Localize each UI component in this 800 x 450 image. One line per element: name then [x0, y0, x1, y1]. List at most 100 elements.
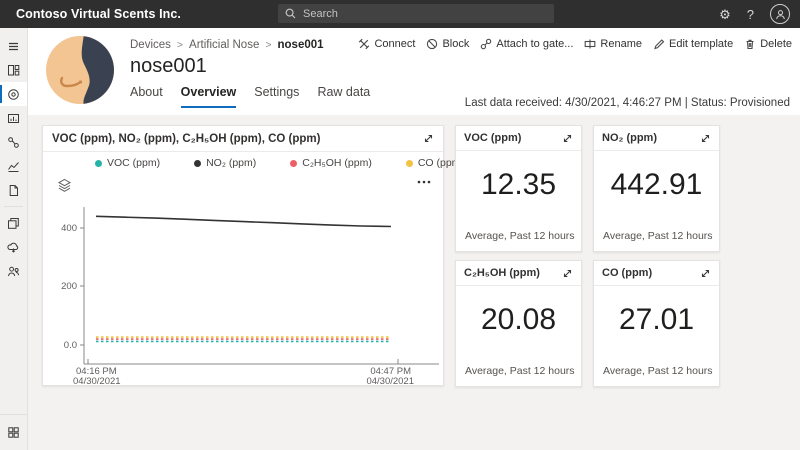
tile-c2h5oh: C₂H₅OH (ppm) 20.08 Average, Past 12 hour…: [455, 260, 582, 387]
device-templates-icon: [8, 217, 19, 229]
expand-icon: [563, 134, 572, 142]
tab-raw-data[interactable]: Raw data: [317, 85, 370, 108]
rename-label: Rename: [600, 38, 642, 50]
rename-button[interactable]: Rename: [584, 38, 642, 50]
breadcrumb-separator: >: [265, 39, 272, 51]
more-ellipsis-icon: [417, 180, 431, 184]
series-lines: [95, 215, 392, 343]
device-status-line: Last data received: 4/30/2021, 4:46:27 P…: [464, 97, 790, 109]
legend-item-no2[interactable]: NO₂ (ppm): [194, 157, 256, 169]
device-avatar-nose-image: [46, 36, 114, 104]
legend-item-c2h5oh[interactable]: C₂H₅OH (ppm): [290, 157, 372, 169]
app-title[interactable]: Contoso Virtual Scents Inc.: [16, 7, 181, 21]
expand-icon: [424, 134, 433, 143]
sidebar-item-device-groups[interactable]: [0, 106, 27, 130]
sidebar-item-devices[interactable]: [0, 82, 27, 106]
settings-gear-icon[interactable]: ⚙: [719, 8, 731, 21]
tile-voc-title: VOC (ppm): [464, 132, 522, 144]
sidebar-item-dashboard[interactable]: [0, 58, 27, 82]
account-avatar-icon[interactable]: [770, 4, 790, 24]
tile-c2h5oh-title: C₂H₅OH (ppm): [464, 267, 540, 279]
tile-no2-caption: Average, Past 12 hours: [603, 230, 713, 242]
expand-icon: [563, 269, 572, 277]
breadcrumb-artificial-nose[interactable]: Artificial Nose: [189, 39, 259, 51]
search-box[interactable]: [278, 4, 554, 23]
x-label-end-date: 04/30/2021: [366, 376, 414, 386]
person-icon: [775, 9, 785, 19]
search-input[interactable]: [303, 7, 547, 20]
tile-co-value: 27.01: [618, 303, 695, 336]
sidebar-item-rules[interactable]: [0, 130, 27, 154]
device-groups-icon: [8, 113, 19, 123]
breadcrumb-separator: >: [176, 39, 184, 51]
tile-co-expand-button[interactable]: [700, 268, 711, 279]
sidebar-item-organizations[interactable]: [0, 259, 27, 283]
edit-template-pencil-icon: [654, 39, 665, 50]
connect-button[interactable]: Connect: [358, 38, 415, 50]
rename-icon: [585, 39, 596, 49]
x-label-start-date: 04/30/2021: [73, 376, 121, 386]
sidebar-item-data-export[interactable]: [0, 235, 27, 259]
delete-trash-icon: [746, 39, 754, 50]
chart-plot-area: 400 200 0.0 04:16 PM 04/30/2021 04:47 PM…: [61, 207, 439, 386]
tile-no2-value: 442.91: [610, 168, 703, 201]
edit-template-button[interactable]: Edit template: [653, 38, 733, 50]
hamburger-menu-icon: [9, 42, 18, 50]
chart-more-button[interactable]: [417, 180, 431, 184]
tile-co: CO (ppm) 27.01 Average, Past 12 hours: [593, 260, 720, 387]
tile-voc: VOC (ppm) 12.35 Average, Past 12 hours: [455, 125, 582, 252]
overview-dashboard: VOC (ppm), NO₂ (ppm), C₂H₅OH (ppm), CO (…: [28, 115, 800, 450]
dashboard-icon: [8, 64, 20, 75]
legend-dot-co: [405, 159, 413, 167]
app-switcher-grid-icon: [8, 426, 19, 438]
expand-icon: [701, 269, 710, 277]
tab-about[interactable]: About: [130, 85, 163, 108]
legend-label-no2: NO₂ (ppm): [206, 157, 257, 169]
attach-to-gateway-label: Attach to gate...: [496, 38, 574, 50]
sidebar-item-jobs[interactable]: [0, 178, 27, 202]
expand-icon: [701, 134, 710, 142]
layers-icon: [57, 178, 72, 192]
tile-voc-expand-button[interactable]: [562, 133, 573, 144]
delete-label: Delete: [760, 38, 792, 50]
legend-label-c2h5oh: C₂H₅OH (ppm): [302, 157, 372, 169]
tab-overview[interactable]: Overview: [180, 85, 237, 108]
legend-dot-voc: [95, 159, 102, 167]
telemetry-chart-card: VOC (ppm), NO₂ (ppm), C₂H₅OH (ppm), CO (…: [42, 125, 464, 386]
breadcrumb-devices[interactable]: Devices: [130, 39, 171, 51]
y-tick-label-400: 400: [61, 223, 77, 234]
attach-to-gateway-button[interactable]: Attach to gate...: [480, 38, 573, 50]
y-tick-label-200: 200: [61, 281, 77, 292]
tile-no2-expand-button[interactable]: [700, 133, 711, 144]
devices-icon: [8, 88, 19, 100]
tile-c2h5oh-value: 20.08: [480, 303, 557, 336]
kpi-tiles: VOC (ppm) 12.35 Average, Past 12 hours N…: [455, 125, 720, 387]
organizations-people-icon: [8, 266, 20, 276]
sidebar-menu-toggle[interactable]: [0, 34, 27, 58]
sidebar-app-switcher[interactable]: [0, 420, 27, 444]
chart-expand-button[interactable]: [423, 133, 434, 144]
tile-c2h5oh-expand-button[interactable]: [562, 268, 573, 279]
sidebar: [0, 28, 28, 450]
rules-icon: [8, 136, 19, 148]
delete-button[interactable]: Delete: [744, 38, 792, 50]
sidebar-item-analytics[interactable]: [0, 154, 27, 178]
tile-co-caption: Average, Past 12 hours: [603, 365, 713, 377]
block-button[interactable]: Block: [426, 38, 469, 50]
tile-no2: NO₂ (ppm) 442.91 Average, Past 12 hours: [593, 125, 720, 252]
sidebar-item-device-templates[interactable]: [0, 211, 27, 235]
device-header: Devices > Artificial Nose > nose001 nose…: [28, 28, 800, 115]
chart-layers-button[interactable]: [57, 178, 72, 193]
block-label: Block: [442, 38, 470, 50]
tab-settings[interactable]: Settings: [254, 85, 299, 108]
legend-label-voc: VOC (ppm): [107, 157, 161, 169]
y-tick-label-0: 0.0: [64, 340, 77, 351]
device-toolbar: Connect Block Attach to gate... Rename E…: [358, 38, 792, 50]
sidebar-divider: [4, 206, 23, 207]
legend-item-voc[interactable]: VOC (ppm): [95, 157, 160, 169]
edit-template-label: Edit template: [669, 38, 734, 50]
help-icon[interactable]: ?: [747, 8, 754, 21]
attach-gateway-icon: [481, 38, 492, 50]
tile-voc-value: 12.35: [480, 168, 557, 201]
data-export-cloud-icon: [7, 242, 19, 253]
